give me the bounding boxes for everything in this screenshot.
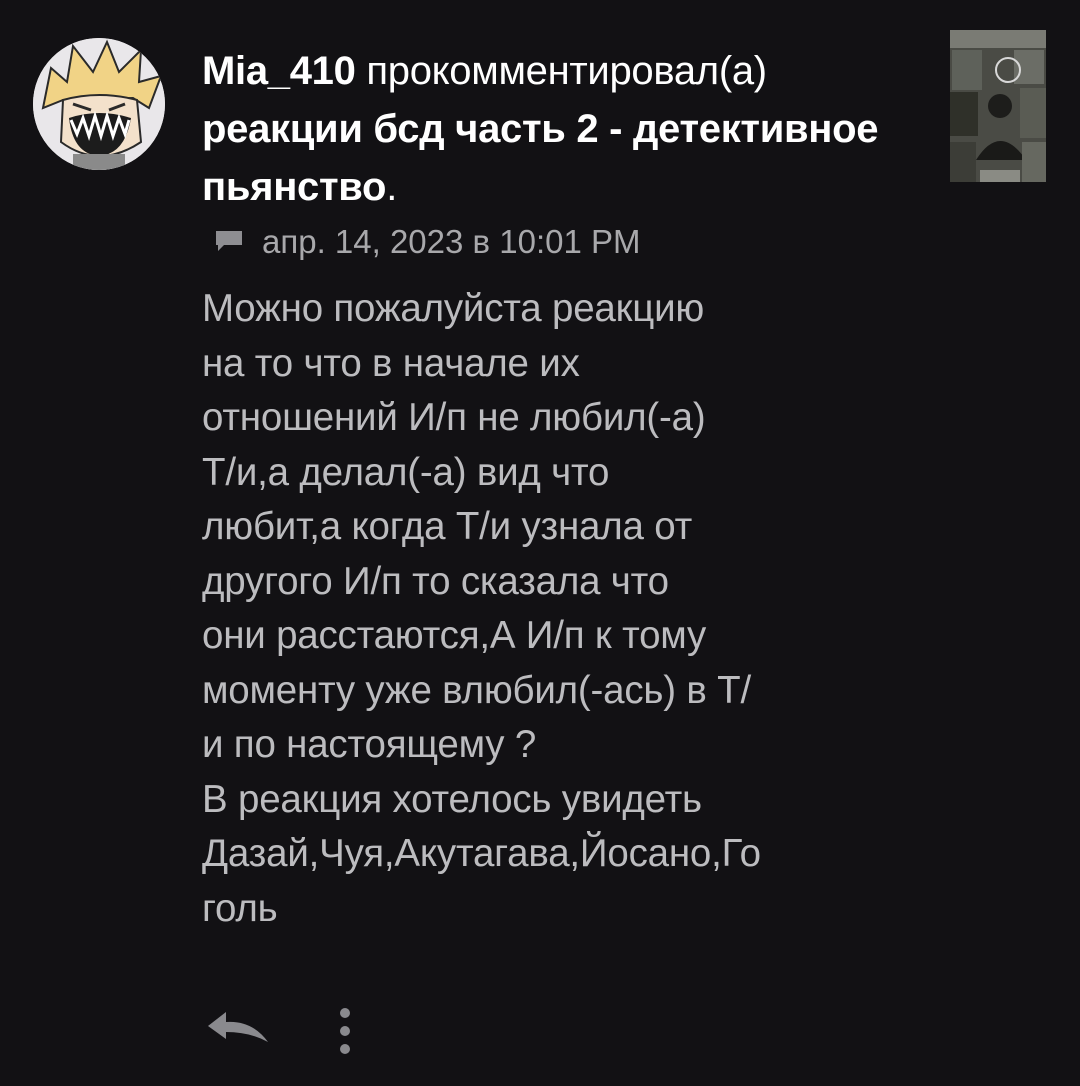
username-link[interactable]: Mia_410 xyxy=(202,49,356,93)
notification-screen: Mia_410 прокомментировал(а) реакции бсд … xyxy=(0,0,1080,1086)
reply-arrow-icon xyxy=(208,1012,268,1042)
comment-text: Можно пожалуйста реакцию на то что в нач… xyxy=(202,287,761,930)
comment-timestamp: апр. 14, 2023 в 10:01 PM xyxy=(262,223,641,260)
more-options-button[interactable] xyxy=(326,1004,364,1060)
avatar-image xyxy=(33,38,165,170)
user-avatar[interactable] xyxy=(33,38,165,170)
post-title-suffix: . xyxy=(386,165,398,209)
reply-button[interactable] xyxy=(206,1008,272,1052)
comment-icon xyxy=(216,231,242,251)
more-vertical-icon xyxy=(340,1008,350,1054)
notification-header: Mia_410 прокомментировал(а) реакции бсд … xyxy=(202,42,902,216)
post-title-link[interactable]: реакции бсд часть 2 - детективное пьянст… xyxy=(202,107,879,209)
comment-meta: апр. 14, 2023 в 10:01 PM xyxy=(216,220,641,264)
notification-action: прокомментировал(а) xyxy=(366,49,767,93)
post-thumbnail[interactable] xyxy=(950,30,1046,182)
post-thumbnail-image xyxy=(950,30,1046,182)
